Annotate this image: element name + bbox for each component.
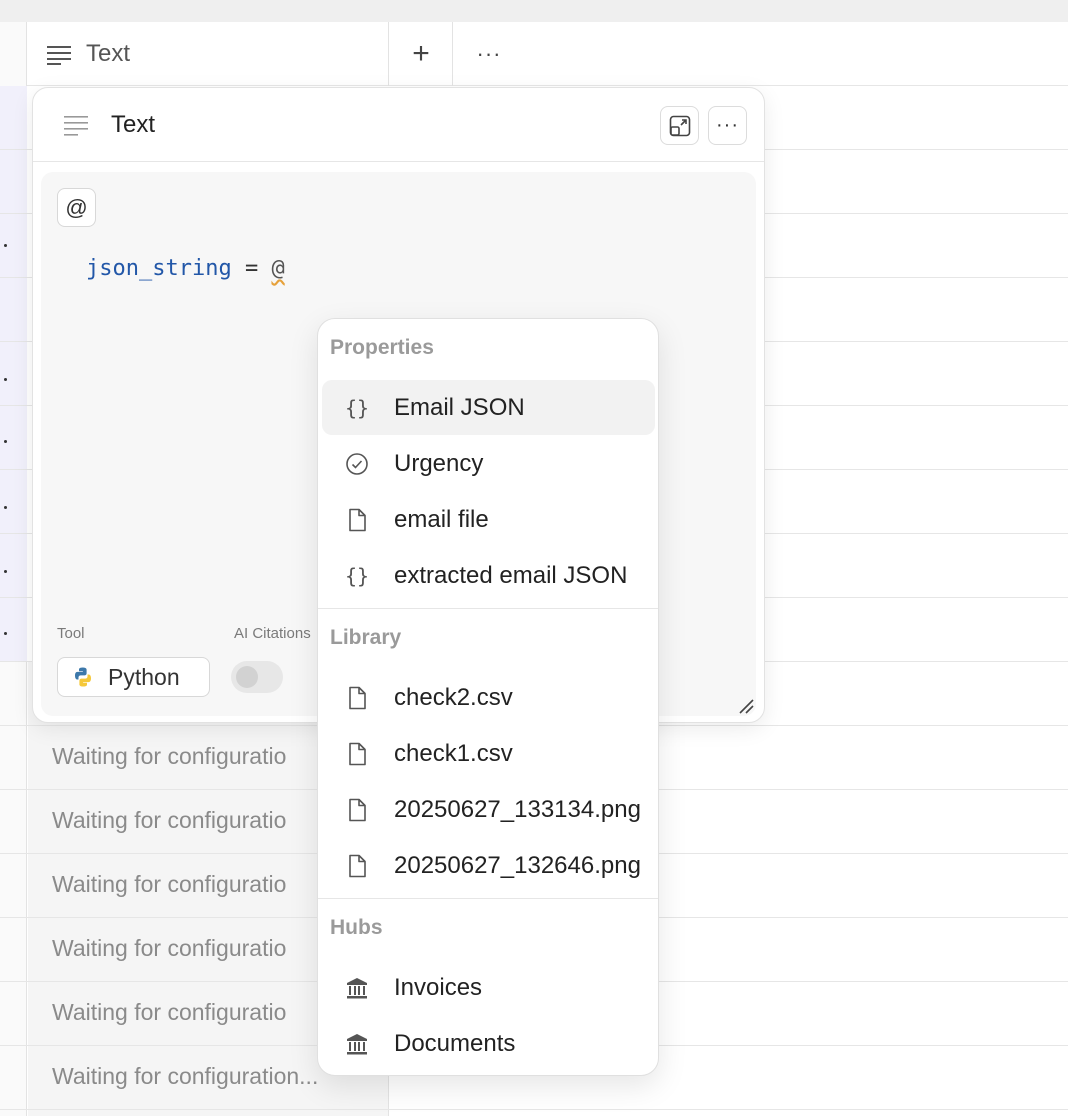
bank-icon xyxy=(342,1032,372,1056)
menu-item-label: Urgency xyxy=(394,449,484,477)
add-column-button[interactable]: + xyxy=(390,22,453,86)
section-header-library: Library xyxy=(330,626,402,649)
menu-item-label: Email JSON xyxy=(394,393,525,421)
menu-item-label: check1.csv xyxy=(394,739,513,767)
text-lines-icon xyxy=(47,46,71,65)
menu-item-label: Invoices xyxy=(394,973,483,1001)
tool-label: Tool xyxy=(57,625,85,642)
row-index-column xyxy=(0,22,27,1116)
table-cell-status: Waiting for configuratio xyxy=(52,743,287,769)
table-cell-status: Waiting for configuratio xyxy=(52,999,287,1025)
file-icon xyxy=(342,686,372,710)
check-circle-icon xyxy=(342,452,372,476)
panel-more-button[interactable]: ··· xyxy=(708,106,747,145)
menu-item-email-json[interactable]: {} Email JSON xyxy=(322,380,655,435)
top-bar xyxy=(0,0,1068,22)
file-icon xyxy=(342,854,372,878)
section-header-hubs: Hubs xyxy=(330,916,383,939)
resize-grip-icon[interactable] xyxy=(738,698,754,714)
selected-rows-highlight xyxy=(0,86,27,662)
row-divider xyxy=(0,1109,1068,1110)
menu-item-documents[interactable]: Documents xyxy=(322,1016,655,1071)
code-operator: = xyxy=(231,256,272,281)
python-icon xyxy=(75,667,91,687)
more-dots-icon: ··· xyxy=(716,114,739,136)
menu-item-label: 20250627_133134.png xyxy=(394,795,641,823)
table-cell-status: Waiting for configuratio xyxy=(52,871,287,897)
menu-item-extracted-email-json[interactable]: {} extracted email JSON xyxy=(322,548,655,603)
tool-value: Python xyxy=(108,663,180,690)
code-reference-trigger: @ xyxy=(271,256,285,281)
menu-item-urgency[interactable]: Urgency xyxy=(322,436,655,491)
code-line: json_string = @ xyxy=(86,256,285,281)
expand-button[interactable] xyxy=(660,106,699,145)
panel-header: Text xyxy=(33,88,764,162)
file-icon xyxy=(342,798,372,822)
menu-item-check2-csv[interactable]: check2.csv xyxy=(322,670,655,725)
menu-item-label: 20250627_132646.png xyxy=(394,851,641,879)
row-marker xyxy=(4,506,7,509)
row-marker xyxy=(4,244,7,247)
menu-item-label: extracted email JSON xyxy=(394,561,628,589)
menu-divider xyxy=(318,608,658,609)
menu-divider xyxy=(318,898,658,899)
row-marker xyxy=(4,570,7,573)
more-options-button[interactable]: ··· xyxy=(454,22,524,86)
file-icon xyxy=(342,508,372,532)
column-header-label: Text xyxy=(86,40,131,67)
code-variable: json_string xyxy=(86,256,232,281)
table-cell-status: Waiting for configuratio xyxy=(52,935,287,961)
ai-citations-toggle[interactable] xyxy=(231,661,283,693)
row-marker xyxy=(4,440,7,443)
menu-item-check1-csv[interactable]: check1.csv xyxy=(322,726,655,781)
row-marker xyxy=(4,632,7,635)
menu-item-png-132646[interactable]: 20250627_132646.png xyxy=(322,838,655,893)
menu-item-png-133134[interactable]: 20250627_133134.png xyxy=(322,782,655,837)
ai-citations-label: AI Citations xyxy=(234,625,311,642)
column-header-text[interactable]: Text xyxy=(28,22,389,86)
file-icon xyxy=(342,742,372,766)
panel-title: Text xyxy=(111,110,156,138)
menu-item-invoices[interactable]: Invoices xyxy=(322,960,655,1015)
section-header-properties: Properties xyxy=(330,336,434,359)
expand-icon xyxy=(669,115,690,136)
reference-menu: Properties {} Email JSON Urgency email f… xyxy=(317,318,659,1076)
menu-item-email-file[interactable]: email file xyxy=(322,492,655,547)
braces-icon: {} xyxy=(344,395,370,420)
toggle-knob xyxy=(236,666,258,688)
menu-item-label: Documents xyxy=(394,1029,516,1057)
bank-icon xyxy=(342,976,372,1000)
menu-item-label: check2.csv xyxy=(394,683,513,711)
insert-reference-button[interactable]: @ xyxy=(57,188,96,227)
menu-item-label: email file xyxy=(394,505,489,533)
table-cell-status: Waiting for configuratio xyxy=(52,807,287,833)
row-marker xyxy=(4,378,7,381)
braces-icon: {} xyxy=(344,563,370,588)
text-lines-icon xyxy=(64,115,88,136)
tool-select[interactable]: Python xyxy=(57,657,210,697)
